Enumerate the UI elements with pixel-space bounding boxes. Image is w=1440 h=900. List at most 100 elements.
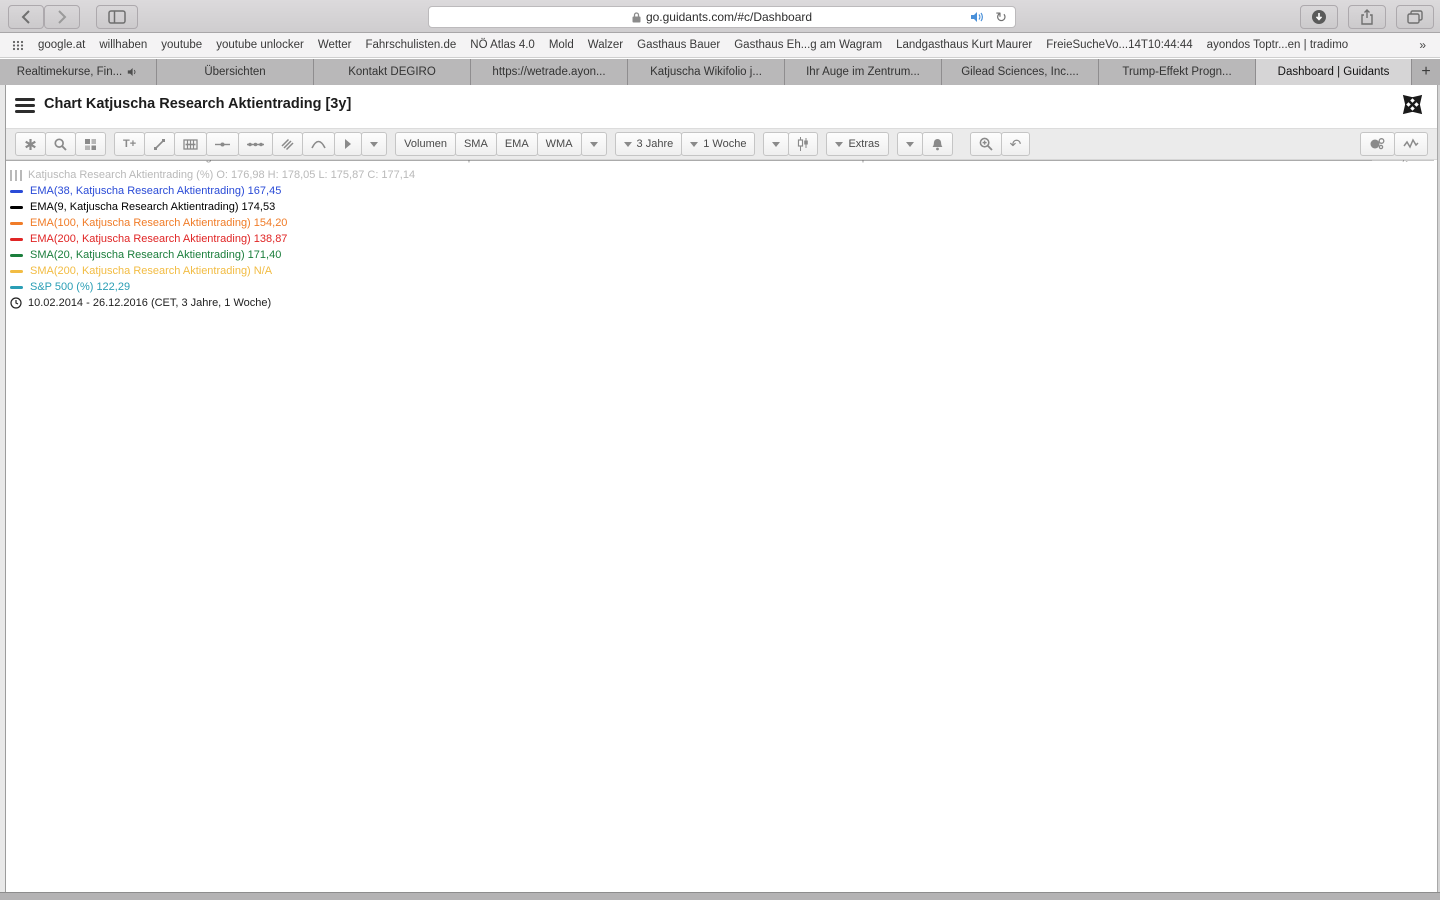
- sma-button[interactable]: SMA: [455, 132, 497, 156]
- bookmark-item[interactable]: ayondos Toptr...en | tradimo: [1207, 39, 1349, 51]
- share-button[interactable]: [1348, 5, 1386, 29]
- search-icon: [54, 138, 67, 151]
- sidebar-toggle-button[interactable]: [96, 5, 138, 29]
- trendline-icon: [153, 138, 166, 151]
- tab-kontakt-degiro[interactable]: Kontakt DEGIRO: [314, 59, 471, 85]
- volumen-button[interactable]: Volumen: [395, 132, 456, 156]
- bookmark-item[interactable]: Wetter: [318, 39, 352, 51]
- forward-button[interactable]: [44, 5, 80, 29]
- indicator-dropdown[interactable]: [581, 132, 607, 156]
- hatch-pen-icon: [281, 138, 294, 151]
- chevron-down-icon: [835, 142, 843, 147]
- interval-dropdown[interactable]: 1 Woche: [681, 132, 755, 156]
- bookmark-item[interactable]: Mold: [549, 39, 574, 51]
- gear-icon: [24, 138, 37, 151]
- address-bar[interactable]: go.guidants.com/#c/Dashboard ↻: [428, 6, 1016, 28]
- legend-row-instrument[interactable]: Katjuscha Research Aktientrading (%) O: …: [10, 167, 415, 183]
- legend-row-sma20[interactable]: SMA(20, Katjuscha Research Aktientrading…: [10, 247, 415, 263]
- back-button[interactable]: [8, 5, 44, 29]
- bookmark-item[interactable]: youtube: [161, 39, 202, 51]
- bookmark-item[interactable]: Gasthaus Bauer: [637, 39, 720, 51]
- tab-overview-button[interactable]: [1396, 5, 1434, 29]
- range-dropdown[interactable]: 3 Jahre: [615, 132, 683, 156]
- bookmark-item[interactable]: Walzer: [588, 39, 623, 51]
- download-icon: [1311, 9, 1327, 25]
- zoom-button[interactable]: [970, 132, 1002, 156]
- draw-hatch-tool-button[interactable]: [272, 132, 303, 156]
- line-swatch: [10, 238, 23, 241]
- wma-button[interactable]: WMA: [537, 132, 582, 156]
- downloads-button[interactable]: [1300, 5, 1338, 29]
- layout-grid-button[interactable]: [75, 132, 106, 156]
- bookmark-item[interactable]: Fahrschulisten.de: [365, 39, 456, 51]
- search-button[interactable]: [45, 132, 76, 156]
- legend-row-sma200[interactable]: SMA(200, Katjuscha Research Aktientradin…: [10, 263, 415, 279]
- page-title: Chart Katjuscha Research Aktientrading […: [44, 96, 351, 112]
- bookmark-item[interactable]: Gasthaus Eh...g am Wagram: [734, 39, 882, 51]
- bookmark-item[interactable]: FreieSucheVo...14T10:44:44: [1046, 39, 1192, 51]
- svg-text:122,29%: 122,29%: [1387, 160, 1431, 163]
- tab-realtimekurse[interactable]: Realtimekurse, Fin...: [0, 59, 157, 85]
- undo-button[interactable]: ↶: [1001, 132, 1031, 156]
- settings-button[interactable]: [15, 132, 46, 156]
- indicator-settings-button[interactable]: [174, 132, 207, 156]
- candlestick-icon: [797, 137, 809, 151]
- chart-type-dropdown[interactable]: [763, 132, 789, 156]
- grid-icon: [84, 138, 97, 151]
- bell-icon: [931, 138, 944, 151]
- extras-dropdown[interactable]: Extras: [826, 132, 888, 156]
- bookmarks-overflow-chevron[interactable]: »: [1419, 38, 1426, 52]
- chevron-left-icon: [21, 10, 31, 24]
- tab-gilead[interactable]: Gilead Sciences, Inc....: [942, 59, 1099, 85]
- line-chart-view-button[interactable]: [1394, 132, 1428, 156]
- text-annotation-button[interactable]: T+: [114, 132, 145, 156]
- new-tab-button[interactable]: +: [1412, 59, 1440, 85]
- bookmark-item[interactable]: Landgasthaus Kurt Maurer: [896, 39, 1032, 51]
- legend-row-ema200[interactable]: EMA(200, Katjuscha Research Aktientradin…: [10, 231, 415, 247]
- arc-tool-button[interactable]: [302, 132, 335, 156]
- chart-toolbar: T+ Volumen SMA EMA WMA 3 Jahre 1 Woche E…: [6, 128, 1437, 160]
- bookmark-item[interactable]: google.at: [38, 39, 85, 51]
- arc-icon: [311, 139, 326, 149]
- tab-trump-effekt[interactable]: Trump-Effekt Progn...: [1099, 59, 1256, 85]
- tab-wetrade[interactable]: https://wetrade.ayon...: [471, 59, 628, 85]
- bookmarks-grid-icon[interactable]: [12, 40, 24, 51]
- sliders-icon: [183, 138, 198, 151]
- tab-ihr-auge[interactable]: Ihr Auge im Zentrum...: [785, 59, 942, 85]
- reload-icon[interactable]: ↻: [995, 8, 1007, 26]
- tab-dashboard-guidants-active[interactable]: Dashboard | Guidants: [1256, 59, 1412, 85]
- bookmark-item[interactable]: willhaben: [99, 39, 147, 51]
- ema-button[interactable]: EMA: [496, 132, 538, 156]
- menu-icon[interactable]: [15, 98, 35, 113]
- fullscreen-expand-icon[interactable]: [1402, 94, 1423, 115]
- bookmark-item[interactable]: NÖ Atlas 4.0: [470, 39, 535, 51]
- candle-style-button[interactable]: [788, 132, 818, 156]
- legend-row-ema9[interactable]: EMA(9, Katjuscha Research Aktientrading)…: [10, 199, 415, 215]
- tab-uebersichten[interactable]: Übersichten: [157, 59, 314, 85]
- replay-tool-button[interactable]: [334, 132, 362, 156]
- tab-audio-icon[interactable]: [127, 67, 139, 77]
- multi-dot-line-icon: [247, 140, 264, 149]
- alert-button[interactable]: [922, 132, 953, 156]
- horizontal-line-tool-button[interactable]: [206, 132, 239, 156]
- draw-tools-dropdown[interactable]: [361, 132, 387, 156]
- chevron-right-icon: [57, 10, 67, 24]
- trendline-tool-button[interactable]: [144, 132, 175, 156]
- bubbles-view-button[interactable]: [1360, 132, 1395, 156]
- legend-row-ema38[interactable]: EMA(38, Katjuscha Research Aktientrading…: [10, 183, 415, 199]
- undo-icon: ↶: [1010, 136, 1022, 153]
- audio-speaker-icon[interactable]: [970, 11, 985, 23]
- window-left-edge: [0, 85, 6, 892]
- legend-row-ema100[interactable]: EMA(100, Katjuscha Research Aktientradin…: [10, 215, 415, 231]
- chevron-down-icon: [624, 142, 632, 147]
- bookmark-item[interactable]: youtube unlocker: [216, 39, 304, 51]
- alerts-dropdown[interactable]: [897, 132, 923, 156]
- legend-row-sp500[interactable]: S&P 500 (%) 122,29: [10, 279, 415, 295]
- clock-icon: [10, 297, 22, 309]
- tabs-icon: [1407, 10, 1423, 24]
- url-text: go.guidants.com/#c/Dashboard: [646, 10, 812, 24]
- line-swatch: [10, 270, 23, 273]
- chevron-down-icon: [690, 142, 698, 147]
- polyline-tool-button[interactable]: [238, 132, 273, 156]
- tab-katjuscha-wikifolio[interactable]: Katjuscha Wikifolio j...: [628, 59, 785, 85]
